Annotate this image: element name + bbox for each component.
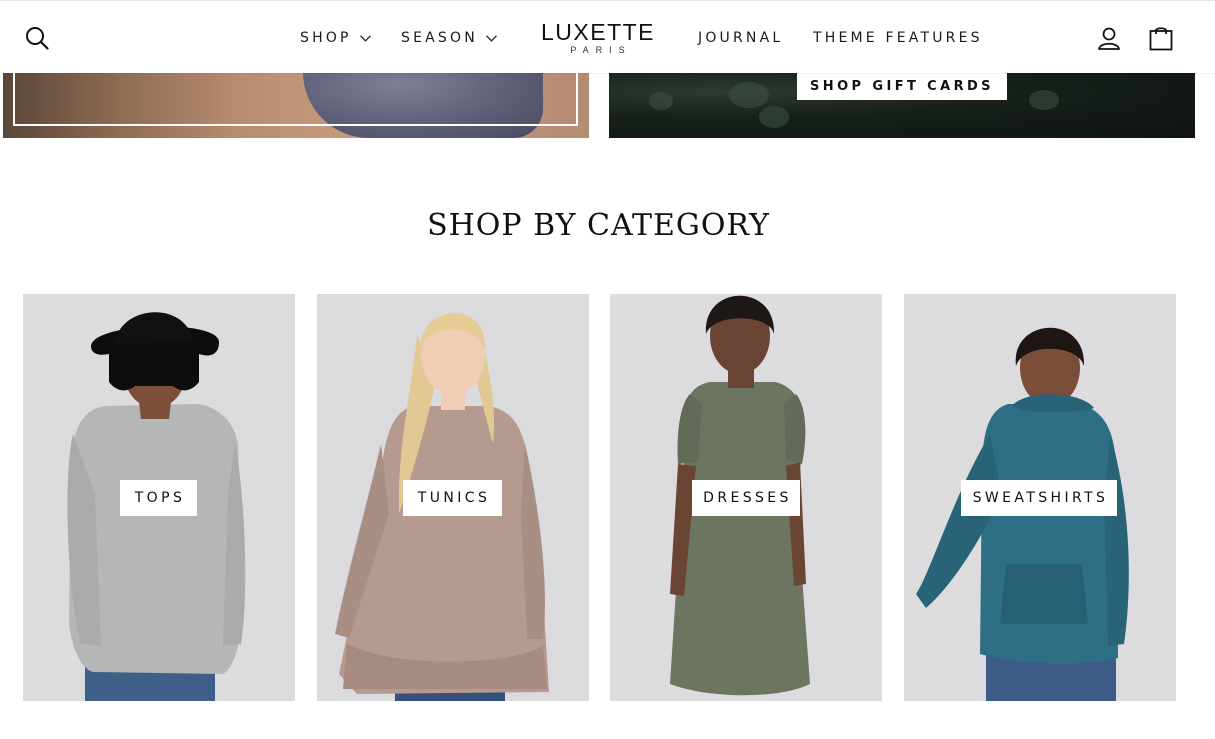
promo-banner-gift-cards[interactable]: SHOP GIFT CARDS — [609, 72, 1195, 138]
nav-journal-label: JOURNAL — [698, 30, 784, 46]
nav-journal[interactable]: JOURNAL — [698, 29, 783, 47]
logo-subtitle: PARIS — [570, 45, 632, 55]
banner-foliage — [1029, 90, 1059, 110]
logo-wordmark: LUXETTE — [540, 19, 656, 45]
nav-shop[interactable]: SHOP — [300, 29, 371, 47]
garment — [980, 404, 1118, 664]
category-label-tunics: TUNICS — [403, 480, 502, 516]
promo-banner-left[interactable] — [3, 72, 589, 138]
search-icon[interactable] — [25, 26, 49, 50]
nav-theme-features[interactable]: THEME FEATURES — [813, 29, 983, 47]
banner-foliage — [729, 82, 769, 108]
nav-theme-features-label: THEME FEATURES — [813, 30, 983, 46]
category-card-sweatshirts[interactable]: SWEATSHIRTS — [904, 294, 1176, 701]
shopping-bag-icon[interactable] — [1149, 25, 1173, 51]
banner-foliage — [759, 106, 789, 128]
site-logo[interactable]: LUXETTE PARIS — [530, 19, 666, 59]
banner-foliage — [649, 92, 673, 110]
category-label-sweatshirts: SWEATSHIRTS — [961, 480, 1117, 516]
category-label-dresses: DRESSES — [692, 480, 800, 516]
page-right-gutter — [1197, 72, 1215, 739]
banner-frame — [13, 72, 578, 126]
section-title: SHOP BY CATEGORY — [427, 208, 770, 243]
user-icon[interactable] — [1097, 26, 1121, 50]
category-card-dresses[interactable]: DRESSES — [610, 294, 882, 701]
site-header: SHOP SEASON LUXETTE PARIS JOURNAL THEME … — [0, 0, 1215, 73]
kangaroo-pocket — [1000, 564, 1088, 624]
category-card-tunics[interactable]: TUNICS — [317, 294, 589, 701]
chevron-down-icon — [485, 34, 497, 42]
shop-gift-cards-button[interactable]: SHOP GIFT CARDS — [797, 72, 1007, 100]
nav-season-label: SEASON — [401, 30, 478, 46]
nav-season[interactable]: SEASON — [401, 29, 497, 47]
nav-shop-label: SHOP — [300, 30, 352, 46]
chevron-down-icon — [359, 34, 371, 42]
category-label-tops: TOPS — [120, 480, 197, 516]
category-card-tops[interactable]: TOPS — [23, 294, 295, 701]
